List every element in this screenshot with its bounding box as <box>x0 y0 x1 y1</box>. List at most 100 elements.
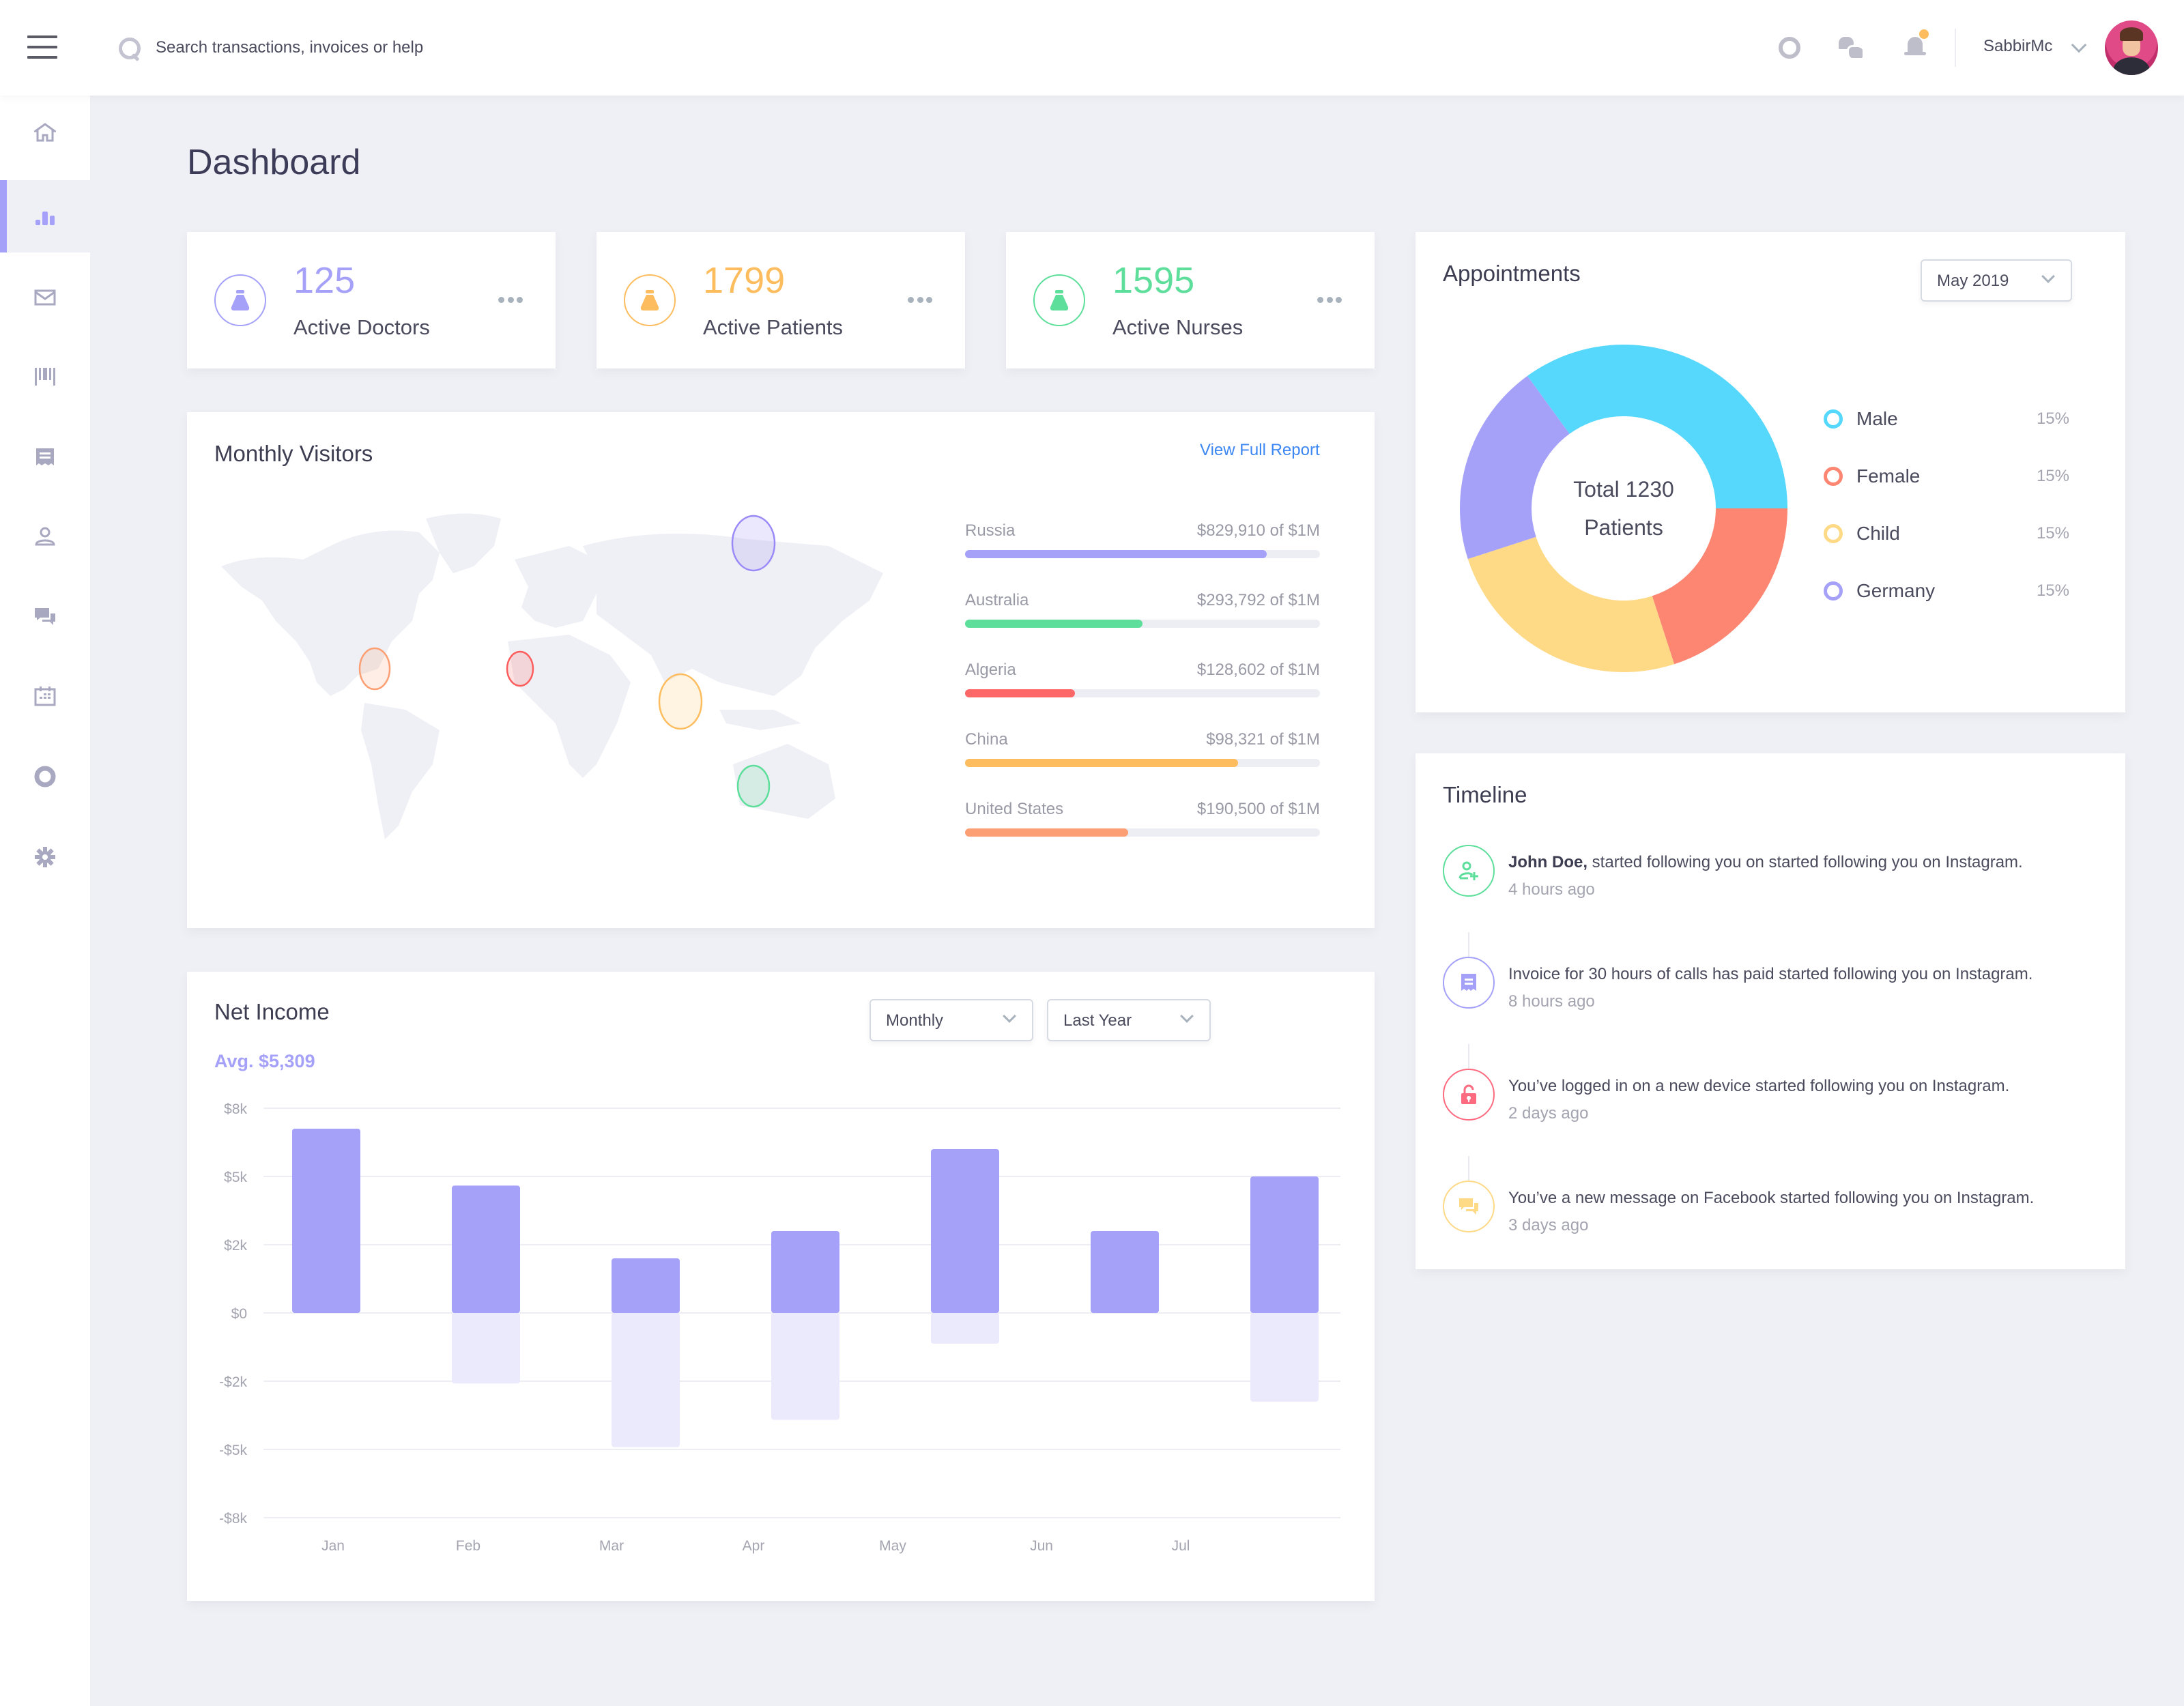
y-tick-label: -$5k <box>219 1443 247 1458</box>
stat-label: Active Nurses <box>1112 315 1244 339</box>
card-title: Net Income <box>214 999 330 1024</box>
donut-slice-female <box>1652 508 1787 665</box>
sidebar-item-calendar[interactable] <box>0 659 90 732</box>
legend-item-female: Female 15% <box>1824 463 2069 490</box>
receipt-icon <box>34 446 56 468</box>
country-name: Algeria <box>965 661 1016 679</box>
legend-value: 15% <box>2036 467 2069 485</box>
sidebar-item-invoices[interactable] <box>0 420 90 493</box>
sidebar-item-users[interactable] <box>0 500 90 572</box>
y-tick-label: -$8k <box>219 1511 247 1527</box>
flask-icon <box>214 274 266 326</box>
x-tick-label: Apr <box>743 1538 765 1554</box>
progress-fill <box>965 828 1129 837</box>
timeline-actor: John Doe, <box>1508 853 1588 871</box>
help-icon[interactable] <box>1774 33 1805 63</box>
map-marker-china <box>658 673 703 730</box>
timeline-card: Timeline John Doe, started following you… <box>1416 753 2125 1269</box>
sidebar-item-support[interactable] <box>0 740 90 812</box>
search-input[interactable] <box>156 38 702 57</box>
country-row-australia: Australia $293,792 of $1M <box>965 591 1320 640</box>
progress-fill <box>965 550 1267 558</box>
sidebar-item-mail[interactable] <box>0 261 90 333</box>
timeline-item[interactable]: You’ve a new message on Facebook started… <box>1443 1181 2098 1262</box>
progress-track <box>965 759 1320 767</box>
net-income-card: Net Income Avg. $5,309 Monthly Last Year… <box>187 972 1375 1601</box>
sidebar-item-settings[interactable] <box>0 820 90 893</box>
sidebar-item-messages[interactable] <box>0 580 90 652</box>
stat-card-nurses: 1595 Active Nurses <box>1006 232 1375 368</box>
timeline-item[interactable]: You’ve logged in on a new device started… <box>1443 1069 2098 1151</box>
card-title: Appointments <box>1443 261 1581 286</box>
sidebar-item-analytics[interactable] <box>0 180 90 252</box>
bar-expenses-may <box>931 1313 999 1344</box>
range-select[interactable]: Last Year <box>1047 999 1211 1041</box>
more-options-icon[interactable] <box>1317 295 1342 304</box>
country-row-russia: Russia $829,910 of $1M <box>965 521 1320 570</box>
chevron-down-icon <box>1180 1009 1194 1023</box>
barcode-icon <box>34 366 56 388</box>
legend-label: Germany <box>1856 580 1936 601</box>
more-options-icon[interactable] <box>908 295 932 304</box>
timeline-item[interactable]: Invoice for 30 hours of calls has paid s… <box>1443 957 2098 1039</box>
legend-item-germany: Germany 15% <box>1824 577 2069 605</box>
bar-expenses-mar <box>612 1313 680 1447</box>
avatar[interactable] <box>2105 20 2158 75</box>
map-marker-russia <box>731 515 776 572</box>
country-amount: $98,321 of $1M <box>1206 730 1320 749</box>
country-name: United States <box>965 800 1064 818</box>
chevron-down-icon[interactable] <box>2071 37 2087 53</box>
bar-income-apr <box>771 1231 839 1313</box>
bar-expenses-feb <box>452 1313 520 1384</box>
period-select[interactable]: Monthly <box>870 999 1033 1041</box>
page-title: Dashboard <box>187 143 361 182</box>
chat-icon <box>1443 1181 1495 1232</box>
hamburger-menu-icon[interactable] <box>27 35 57 60</box>
view-full-report-link[interactable]: View Full Report <box>1200 441 1320 460</box>
timeline-item[interactable]: John Doe, started following you on start… <box>1443 845 2098 927</box>
country-row-china: China $98,321 of $1M <box>965 730 1320 779</box>
bar-expenses-jul <box>1250 1313 1319 1402</box>
timeline-time: 4 hours ago <box>1508 880 1595 899</box>
country-amount: $829,910 of $1M <box>1196 521 1320 540</box>
stat-value: 1799 <box>703 260 786 301</box>
stat-value: 1595 <box>1112 260 1195 301</box>
timeline-time: 2 days ago <box>1508 1104 1589 1123</box>
stat-card-patients: 1799 Active Patients <box>597 232 965 368</box>
country-row-united-states: United States $190,500 of $1M <box>965 800 1320 849</box>
monthly-visitors-card: Monthly Visitors View Full Report Russia… <box>187 412 1375 928</box>
legend-label: Female <box>1856 465 1921 487</box>
timeline-time: 8 hours ago <box>1508 992 1595 1011</box>
progress-fill <box>965 759 1239 767</box>
average-income: Avg. $5,309 <box>214 1051 315 1071</box>
country-name: Russia <box>965 521 1016 540</box>
donut-slice-male <box>1527 344 1787 508</box>
search-icon <box>117 35 141 61</box>
month-select[interactable]: May 2019 <box>1921 259 2072 302</box>
add-user-icon <box>1443 845 1495 897</box>
lifebuoy-icon <box>34 766 56 787</box>
chat-icon[interactable] <box>1836 33 1866 63</box>
month-select-value: May 2019 <box>1937 272 2009 290</box>
sidebar-item-home[interactable] <box>0 96 90 168</box>
legend-dot <box>1824 581 1843 601</box>
timeline-message: started following you on started followi… <box>1587 853 2023 871</box>
bar-income-mar <box>612 1258 680 1313</box>
country-name: China <box>965 730 1008 749</box>
country-amount: $128,602 of $1M <box>1196 661 1320 679</box>
bar-income-feb <box>452 1185 520 1313</box>
bar-expenses-apr <box>771 1313 839 1420</box>
home-icon <box>32 121 58 143</box>
sidebar-item-barcode[interactable] <box>0 340 90 412</box>
bar-chart-icon <box>34 206 56 228</box>
legend-dot <box>1824 409 1843 429</box>
world-map <box>214 505 897 846</box>
card-title: Timeline <box>1443 782 1527 807</box>
more-options-icon[interactable] <box>498 295 523 304</box>
timeline-text: You’ve logged in on a new device started… <box>1508 1077 2009 1096</box>
timeline-message: You’ve a new message on Facebook started… <box>1508 1189 2035 1207</box>
user-name[interactable]: SabbirMc <box>1983 37 2052 56</box>
appointments-card: Appointments May 2019 Total 1230 Patient… <box>1416 232 2125 712</box>
y-tick-label: $5k <box>224 1170 247 1185</box>
timeline-message: You’ve logged in on a new device started… <box>1508 1077 2010 1095</box>
